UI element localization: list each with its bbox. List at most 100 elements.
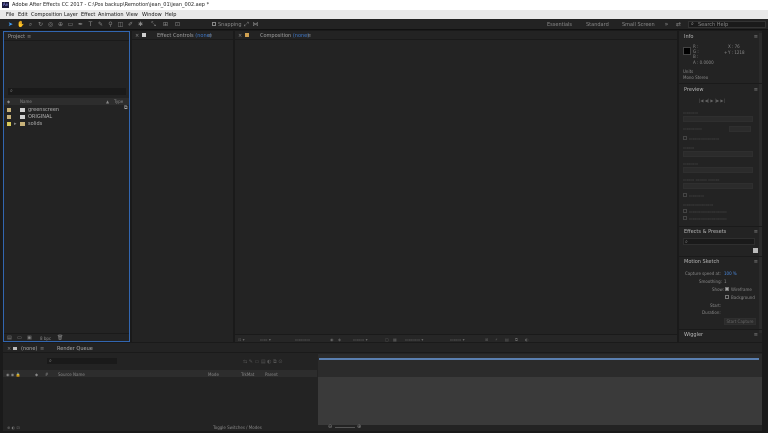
- eraser-tool-icon[interactable]: ◫: [117, 21, 124, 28]
- pen-tool-icon[interactable]: ✒: [77, 21, 84, 28]
- menu-view[interactable]: View: [126, 12, 138, 18]
- expand-arrow-icon[interactable]: ▸: [14, 121, 17, 127]
- workspace-small-screen[interactable]: Small Screen: [622, 22, 655, 28]
- snapping-checkbox[interactable]: [212, 22, 216, 26]
- delete-icon[interactable]: 🗑: [57, 335, 63, 341]
- timeline-icon[interactable]: ▤: [505, 337, 509, 342]
- av-features-icons[interactable]: ◉ ◉ 🔒: [6, 372, 21, 377]
- timeline-footer-icons[interactable]: ⊕ ◐ ⊡: [7, 425, 20, 430]
- camera-view-dropdown[interactable]: ▭▭▭▭ ▾: [405, 337, 423, 342]
- zoom-in-icon[interactable]: ⊕: [357, 424, 361, 430]
- timeline-panel[interactable]: × (none) ≡ Render Queue ⌕ ⇆ ✎ ▭ ▤ ◐ ⧉ ⊙ …: [3, 343, 762, 431]
- effect-controls-menu-icon[interactable]: ≡: [208, 33, 212, 39]
- type-tool-icon[interactable]: T: [87, 21, 94, 28]
- zoom-tool-icon[interactable]: ⌕: [27, 21, 34, 28]
- workspace-overflow-icon[interactable]: »: [663, 21, 670, 28]
- pan-behind-tool-icon[interactable]: ⊕: [57, 21, 64, 28]
- roto-brush-tool-icon[interactable]: ✐: [127, 21, 134, 28]
- project-item[interactable]: greenscreen: [4, 106, 129, 113]
- composition-title[interactable]: Composition (none): [260, 33, 309, 39]
- effects-search-input[interactable]: ⌕: [683, 238, 755, 245]
- project-panel-title[interactable]: Project: [8, 34, 25, 40]
- background-checkbox[interactable]: [725, 295, 729, 299]
- wiggler-title[interactable]: Wiggler: [684, 332, 703, 338]
- layer-number-header[interactable]: #: [45, 372, 48, 377]
- shortcut-dropdown[interactable]: [683, 116, 753, 122]
- info-panel-title[interactable]: Info: [684, 34, 693, 40]
- timeline-switches-icons[interactable]: ⇆ ✎ ▭ ▤ ◐ ⧉ ⊙: [243, 359, 283, 365]
- pixel-aspect-icon[interactable]: ⊞: [485, 337, 488, 342]
- composition-panel[interactable]: × Composition (none) ≡ ⊡ ▾ ▭▭ ▾ ▭▭▭▭ ◉ ◈…: [235, 31, 677, 342]
- project-search-input[interactable]: ⌕: [8, 88, 126, 95]
- timeline-search-input[interactable]: ⌕: [47, 358, 117, 364]
- project-menu-icon[interactable]: ≡: [27, 34, 31, 40]
- new-composition-icon[interactable]: ▣: [27, 335, 32, 341]
- flowchart-icon[interactable]: ⧉: [515, 337, 518, 342]
- panel-lock-icon[interactable]: [142, 33, 146, 37]
- bit-depth-button[interactable]: 8 bpc: [40, 336, 51, 341]
- tab-render-queue[interactable]: Render Queue: [57, 346, 93, 352]
- label-swatch[interactable]: [7, 114, 11, 119]
- mode-header[interactable]: Mode: [208, 372, 219, 377]
- menu-file[interactable]: File: [6, 12, 14, 18]
- menu-composition[interactable]: Composition: [31, 12, 62, 18]
- workspace-essentials[interactable]: Essentials: [547, 22, 572, 28]
- rotation-tool-icon[interactable]: ↻: [37, 21, 44, 28]
- brush-tool-icon[interactable]: ✎: [97, 21, 104, 28]
- effects-presets-menu-icon[interactable]: ≡: [754, 229, 758, 235]
- new-folder-icon[interactable]: ▭: [17, 335, 22, 341]
- wireframe-checkbox[interactable]: [725, 287, 729, 291]
- timeline-layer-area[interactable]: [318, 377, 762, 425]
- show-channel-icon[interactable]: ◈: [338, 337, 341, 342]
- label-icon[interactable]: ◆: [35, 372, 38, 377]
- project-panel[interactable]: Project ≡ ⌕ ◆ Name ▲ Type ⧉ greenscreen …: [3, 31, 130, 342]
- search-help-field[interactable]: ⌕ Search Help: [688, 20, 766, 28]
- fast-previews-icon[interactable]: ⚡: [495, 337, 498, 342]
- close-panel-icon[interactable]: ×: [135, 33, 139, 39]
- name-column-header[interactable]: Name: [20, 99, 32, 104]
- local-axis-icon[interactable]: ⤡: [150, 21, 157, 28]
- clone-stamp-tool-icon[interactable]: ⚲: [107, 21, 114, 28]
- include-toggles[interactable]: [729, 126, 751, 132]
- source-name-header[interactable]: Source Name: [58, 372, 85, 377]
- resolution-dropdown[interactable]: ▭▭▭ ▾: [353, 337, 368, 342]
- sync-settings-icon[interactable]: ⇄: [675, 21, 682, 28]
- puppet-tool-icon[interactable]: ✱: [137, 21, 144, 28]
- effect-controls-panel[interactable]: × Effect Controls (none) ≡: [132, 31, 233, 342]
- type-column-header[interactable]: Type: [114, 99, 123, 104]
- region-of-interest-icon[interactable]: ▢: [385, 337, 389, 342]
- trkmat-header[interactable]: TrkMat: [241, 372, 254, 377]
- menu-window[interactable]: Window: [142, 12, 162, 18]
- zoom-slider[interactable]: [335, 427, 355, 428]
- magnification-dropdown[interactable]: ⊡ ▾: [238, 337, 245, 342]
- toggle-switches-modes[interactable]: Toggle Switches / Modes: [213, 425, 262, 430]
- zoom-out-icon[interactable]: ⊖: [328, 424, 332, 430]
- cache-option-checkbox-1[interactable]: [683, 209, 687, 213]
- effect-controls-title[interactable]: Effect Controls (none): [157, 33, 212, 39]
- new-preset-icon[interactable]: [753, 248, 758, 253]
- tab-none[interactable]: (none): [21, 346, 37, 352]
- preview-menu-icon[interactable]: ≡: [754, 87, 758, 93]
- motion-sketch-menu-icon[interactable]: ≡: [754, 259, 758, 265]
- wiggler-menu-icon[interactable]: ≡: [754, 332, 758, 338]
- exposure-icon[interactable]: ◐: [525, 337, 529, 342]
- composition-menu-icon[interactable]: ≡: [307, 33, 311, 39]
- snap-features-icon[interactable]: ⋈: [252, 21, 259, 28]
- label-swatch[interactable]: [7, 121, 11, 126]
- workspace-standard[interactable]: Standard: [586, 22, 609, 28]
- world-axis-icon[interactable]: ⊞: [162, 21, 169, 28]
- zoom-dropdown[interactable]: ▭▭ ▾: [260, 337, 271, 342]
- timecode-display[interactable]: ▭▭▭▭: [295, 337, 310, 342]
- frame-rate-controls[interactable]: [683, 183, 753, 189]
- project-item[interactable]: ORIGINAL: [4, 113, 129, 120]
- label-swatch[interactable]: [7, 107, 11, 112]
- effects-presets-title[interactable]: Effects & Presets: [684, 229, 726, 235]
- transparency-grid-icon[interactable]: ▦: [393, 337, 397, 342]
- composition-lock-icon[interactable]: [245, 33, 249, 37]
- preview-playback-controls[interactable]: |◀ ◀| ▶ |▶ ▶|: [699, 98, 725, 103]
- range-dropdown[interactable]: [683, 151, 753, 157]
- view-axis-icon[interactable]: ⊡: [174, 21, 181, 28]
- cache-option-checkbox-2[interactable]: [683, 216, 687, 220]
- right-scrollbar[interactable]: [759, 33, 762, 333]
- full-screen-checkbox[interactable]: [683, 193, 687, 197]
